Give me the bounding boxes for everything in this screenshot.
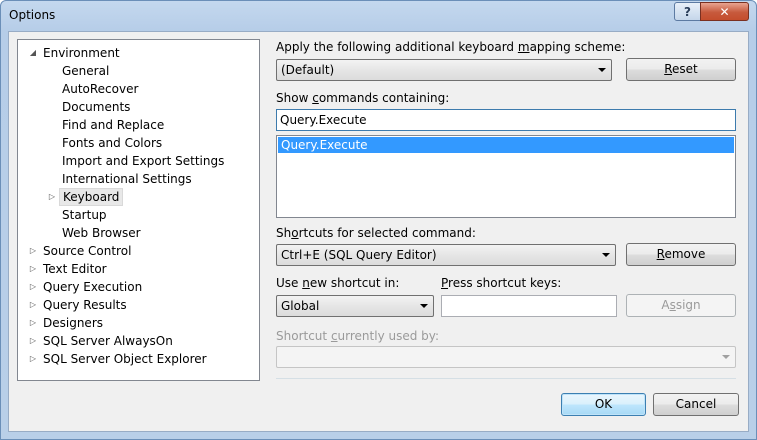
shortcuts-select[interactable]: Ctrl+E (SQL Query Editor) (276, 244, 616, 266)
use-new-shortcut-label: Use new shortcut in: (276, 276, 400, 290)
tree-item-designers[interactable]: ▷ Designers (18, 314, 259, 332)
shortcut-scope-value: Global (281, 299, 320, 313)
tree-item-label: Source Control (43, 244, 132, 258)
tree-item-sql-server-object-explorer[interactable]: ▷ SQL Server Object Explorer (18, 350, 259, 368)
command-filter-input[interactable]: Query.Execute (276, 109, 736, 131)
shortcuts-value: Ctrl+E (SQL Query Editor) (281, 248, 437, 262)
expand-arrow-icon[interactable]: ▷ (28, 332, 38, 350)
tree-item-source-control[interactable]: ▷ Source Control (18, 242, 259, 260)
tree-item-label: Keyboard (59, 188, 124, 206)
window-title: Options (9, 8, 56, 22)
expand-arrow-icon[interactable]: ▷ (28, 260, 38, 278)
tree-item-startup[interactable]: Startup (18, 206, 259, 224)
tree-item-label: Find and Replace (62, 118, 165, 132)
tree-item-label: AutoRecover (62, 82, 139, 96)
tree-item-autorecover[interactable]: AutoRecover (18, 80, 259, 98)
tree-item-international-settings[interactable]: International Settings (18, 170, 259, 188)
dialog-body: ◢ Environment General AutoRecover Documents F… (8, 31, 749, 432)
reset-button[interactable]: Reset (626, 58, 736, 81)
options-tree[interactable]: ◢ Environment General AutoRecover Documents F… (17, 39, 260, 381)
expand-arrow-icon[interactable]: ▷ (28, 350, 38, 368)
currently-used-label: Shortcut currently used by: (276, 329, 440, 343)
show-commands-label: Show commands containing: (276, 91, 450, 105)
help-icon[interactable]: ? (674, 2, 701, 21)
tree-item-web-browser[interactable]: Web Browser (18, 224, 259, 242)
shortcut-scope-select[interactable]: Global (276, 295, 434, 317)
mapping-scheme-label: Apply the following additional keyboard … (276, 40, 626, 54)
shortcut-keys-input[interactable] (441, 295, 617, 317)
tree-item-label: Import and Export Settings (62, 154, 225, 168)
expand-arrow-icon[interactable]: ▷ (47, 188, 57, 206)
expand-arrow-icon[interactable]: ▷ (28, 314, 38, 332)
tree-item-documents[interactable]: Documents (18, 98, 259, 116)
title-bar[interactable]: Options ? ✕ (1, 1, 756, 31)
mapping-scheme-value: (Default) (281, 63, 335, 77)
tree-item-label: Query Execution (43, 280, 143, 294)
tree-item-label: SQL Server Object Explorer (43, 352, 207, 366)
tree-item-label: Fonts and Colors (62, 136, 163, 150)
expand-arrow-icon[interactable]: ▷ (28, 242, 38, 260)
command-list-item[interactable]: Query.Execute (278, 137, 734, 153)
collapse-arrow-icon[interactable]: ◢ (28, 44, 38, 62)
tree-item-label: Startup (62, 208, 107, 222)
tree-item-label: Documents (62, 100, 131, 114)
tree-item-import-and-export-settings[interactable]: Import and Export Settings (18, 152, 259, 170)
tree-item-query-results[interactable]: ▷ Query Results (18, 296, 259, 314)
tree-item-label: Web Browser (62, 226, 141, 240)
shortcuts-label: Shortcuts for selected command: (276, 226, 476, 240)
tree-item-text-editor[interactable]: ▷ Text Editor (18, 260, 259, 278)
tree-item-label: Query Results (43, 298, 127, 312)
tree-item-label: Text Editor (43, 262, 107, 276)
chevron-down-icon (598, 68, 606, 72)
tree-item-label: Designers (43, 316, 103, 330)
press-shortcut-keys-label: Press shortcut keys: (441, 276, 562, 290)
currently-used-select[interactable] (276, 346, 736, 368)
assign-button[interactable]: Assign (626, 294, 736, 317)
cancel-button[interactable]: Cancel (653, 393, 739, 416)
options-dialog: Options ? ✕ ◢ Environment General AutoRecov… (0, 0, 757, 440)
expand-arrow-icon[interactable]: ▷ (28, 278, 38, 296)
mapping-scheme-select[interactable]: (Default) (276, 59, 612, 81)
tree-item-find-and-replace[interactable]: Find and Replace (18, 116, 259, 134)
expand-arrow-icon[interactable]: ▷ (28, 296, 38, 314)
ok-button[interactable]: OK (561, 393, 646, 416)
remove-button[interactable]: Remove (626, 243, 736, 266)
tree-item-label: SQL Server AlwaysOn (43, 334, 173, 348)
tree-item-label: Environment (43, 46, 120, 60)
close-icon[interactable]: ✕ (700, 2, 749, 21)
tree-item-keyboard[interactable]: ▷ Keyboard (18, 188, 259, 206)
tree-item-sql-server-alwayson[interactable]: ▷ SQL Server AlwaysOn (18, 332, 259, 350)
separator (276, 378, 736, 379)
chevron-down-icon (420, 304, 428, 308)
tree-item-environment[interactable]: ◢ Environment (18, 44, 259, 62)
tree-item-label: International Settings (62, 172, 192, 186)
tree-item-general[interactable]: General (18, 62, 259, 80)
tree-item-label: General (62, 64, 110, 78)
tree-item-fonts-and-colors[interactable]: Fonts and Colors (18, 134, 259, 152)
chevron-down-icon (602, 253, 610, 257)
chevron-down-icon (722, 355, 730, 359)
tree-item-query-execution[interactable]: ▷ Query Execution (18, 278, 259, 296)
commands-list[interactable]: Query.Execute (276, 135, 736, 218)
